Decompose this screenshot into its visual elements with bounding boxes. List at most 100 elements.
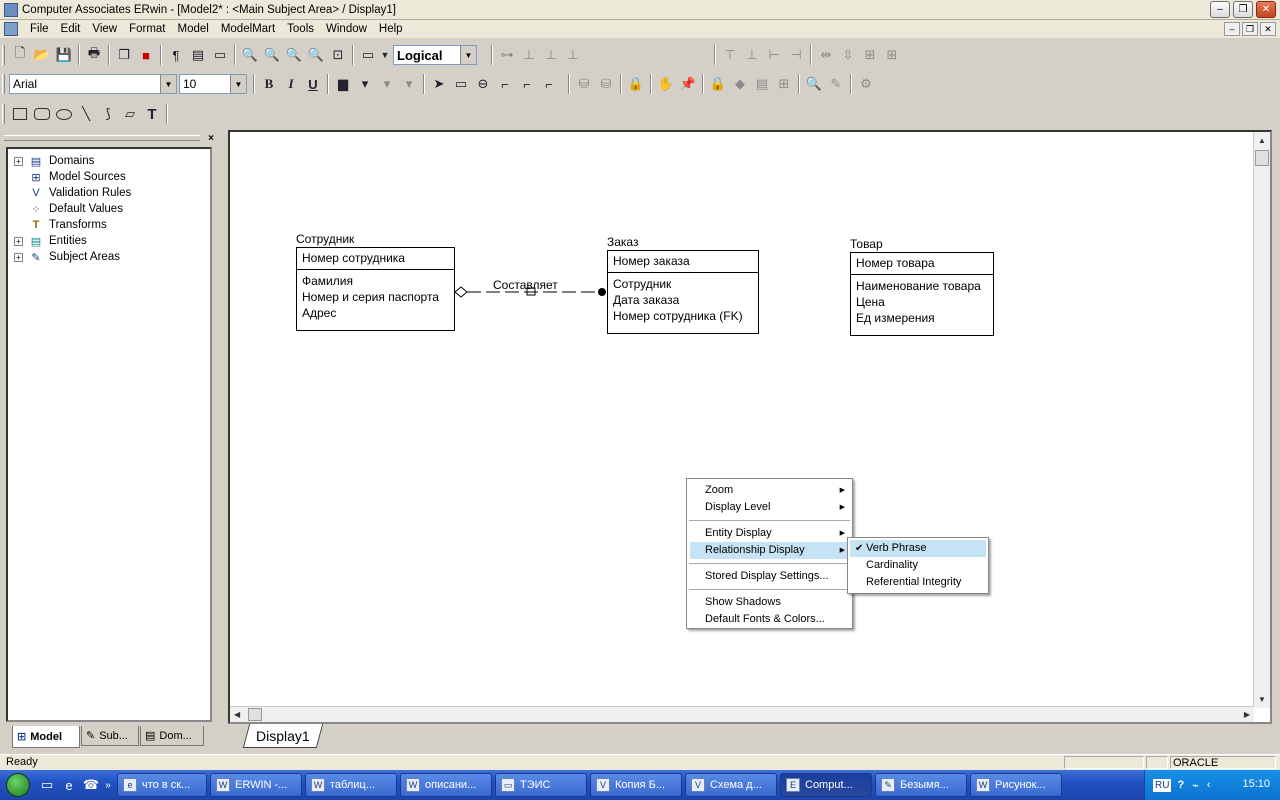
expand-icon[interactable]: +: [14, 252, 23, 262]
entity-order[interactable]: Номер заказа Сотрудник Дата заказа Номер…: [607, 250, 759, 334]
tab-display1[interactable]: Display1: [242, 724, 324, 748]
rectangle-tool-icon[interactable]: [9, 103, 31, 125]
tab-subject-areas[interactable]: ✎ Sub...: [81, 726, 139, 746]
restore-button[interactable]: ❐: [1233, 1, 1253, 18]
taskbar-button-active[interactable]: E Comput...: [780, 773, 872, 797]
tree-item-validation-rules[interactable]: V Validation Rules: [8, 185, 210, 201]
diagram-canvas[interactable]: ▲ ▼ ◀ ▶: [228, 130, 1272, 724]
menu-item-cardinality[interactable]: Cardinality: [848, 557, 988, 574]
taskbar-button[interactable]: V Копия Б...: [590, 773, 682, 797]
menu-model[interactable]: Model: [172, 20, 215, 38]
polyline-tool-icon[interactable]: ⟆: [97, 103, 119, 125]
zoom-normal-icon[interactable]: 🔍: [283, 44, 305, 66]
mdi-restore-button[interactable]: ❐: [1242, 22, 1258, 36]
tag-icon[interactable]: ◆: [729, 73, 751, 95]
scroll-down-icon[interactable]: ▼: [1258, 695, 1266, 704]
display-level-icon[interactable]: ▭: [357, 44, 379, 66]
taskbar-button[interactable]: W ERWIN -...: [210, 773, 302, 797]
network-layout-icon[interactable]: ⊥: [562, 44, 584, 66]
hand-icon[interactable]: ✋: [655, 73, 677, 95]
horizontal-scrollbar[interactable]: ◀ ▶: [230, 706, 1254, 722]
entity-product[interactable]: Номер товара Наименование товара Цена Ед…: [850, 252, 994, 336]
mdi-minimize-button[interactable]: –: [1224, 22, 1240, 36]
text-tool-button[interactable]: T: [141, 103, 163, 125]
relationship-verb-phrase[interactable]: Составляет: [493, 278, 558, 292]
taskbar-button[interactable]: Wтаблиц...: [305, 773, 397, 797]
zoom-in-icon[interactable]: 🔍: [261, 44, 283, 66]
underline-button[interactable]: U: [302, 73, 324, 95]
same-size-icon[interactable]: ⊞: [859, 44, 881, 66]
zoom-fit-icon[interactable]: 🔍: [305, 44, 327, 66]
model-level-select[interactable]: Logical ▼: [393, 45, 477, 65]
menu-file[interactable]: File: [24, 20, 55, 38]
menu-item-display-level[interactable]: Display Level ▶: [687, 499, 852, 516]
tray-expand-icon[interactable]: ‹: [1207, 779, 1211, 791]
copy-icon[interactable]: ❐: [113, 44, 135, 66]
vertical-scrollbar[interactable]: ▲ ▼: [1253, 132, 1270, 708]
edit-icon[interactable]: ✎: [825, 73, 847, 95]
tree-layout-icon[interactable]: ⊥: [540, 44, 562, 66]
document-icon[interactable]: [4, 22, 18, 36]
tree-item-domains[interactable]: + ▤ Domains: [8, 153, 210, 169]
menu-edit[interactable]: Edit: [55, 20, 87, 38]
open-folder-icon[interactable]: 📂: [31, 44, 53, 66]
pointer-tool-icon[interactable]: ➤: [428, 73, 450, 95]
expand-icon[interactable]: +: [14, 236, 23, 246]
menu-tools[interactable]: Tools: [281, 20, 320, 38]
zoom-out-icon[interactable]: 🔍: [239, 44, 261, 66]
bold-button[interactable]: B: [258, 73, 280, 95]
color-icon[interactable]: ■: [135, 44, 157, 66]
language-indicator[interactable]: RU: [1153, 778, 1172, 792]
menu-item-zoom[interactable]: Zoom ▶: [687, 482, 852, 499]
comment-icon[interactable]: ▭: [209, 44, 231, 66]
print-icon[interactable]: 🖶: [83, 44, 105, 66]
close-button[interactable]: ✕: [1256, 1, 1276, 18]
chevron-down-icon[interactable]: ▼: [460, 46, 476, 64]
menu-item-default-fonts-colors[interactable]: Default Fonts & Colors...: [687, 611, 852, 628]
relationship-tool-icon[interactable]: ⊶: [496, 44, 518, 66]
taskbar-button[interactable]: ▭ ТЭИС: [495, 773, 587, 797]
database-icon[interactable]: ⛁: [573, 73, 595, 95]
zoom-page-icon[interactable]: ⊡: [327, 44, 349, 66]
chevron-down-icon[interactable]: ▼: [160, 75, 176, 93]
lock-icon[interactable]: 🔒: [707, 73, 729, 95]
entity-employee[interactable]: Номер сотрудника Фамилия Номер и серия п…: [296, 247, 455, 331]
menu-format[interactable]: Format: [123, 20, 171, 38]
menu-item-entity-display[interactable]: Entity Display ▶: [687, 525, 852, 542]
tab-model[interactable]: ⊞ Model: [12, 726, 80, 748]
report-icon[interactable]: ▤: [751, 73, 773, 95]
hierarchy-icon[interactable]: ⊥: [518, 44, 540, 66]
font-name-select[interactable]: Arial ▼: [9, 74, 177, 94]
non-identifying-rel-icon[interactable]: ⌐: [538, 73, 560, 95]
line-tool-icon[interactable]: ╲: [75, 103, 97, 125]
tree-item-subject-areas[interactable]: + ✎ Subject Areas: [8, 249, 210, 265]
many-to-many-rel-icon[interactable]: ⌐: [516, 73, 538, 95]
note-icon[interactable]: ▤: [187, 44, 209, 66]
lock-icon[interactable]: 🔒: [625, 73, 647, 95]
tree-item-entities[interactable]: + ▤ Entities: [8, 233, 210, 249]
align-top-icon[interactable]: ⊤: [719, 44, 741, 66]
panel-close-button[interactable]: ×: [208, 133, 214, 144]
search-icon[interactable]: 🔍: [803, 73, 825, 95]
shadow-color-icon[interactable]: ▾: [398, 73, 420, 95]
internet-explorer-icon[interactable]: e: [58, 774, 80, 796]
start-button[interactable]: [0, 770, 36, 800]
show-desktop-icon[interactable]: ▭: [36, 774, 58, 796]
gear-icon[interactable]: ⚙: [855, 73, 877, 95]
new-file-icon[interactable]: 🗋: [9, 44, 31, 66]
grid-icon[interactable]: ⊞: [773, 73, 795, 95]
horizontal-scroll-thumb[interactable]: [248, 708, 262, 721]
format-painter-icon[interactable]: ¶: [165, 44, 187, 66]
resize-icon[interactable]: ⊞: [881, 44, 903, 66]
taskbar-button[interactable]: V Схема д...: [685, 773, 777, 797]
space-vertical-icon[interactable]: ⇳: [837, 44, 859, 66]
chevron-down-icon[interactable]: ▼: [230, 75, 246, 93]
entity-tool-icon[interactable]: ▭: [450, 73, 472, 95]
font-color-icon[interactable]: ▾: [354, 73, 376, 95]
ellipse-tool-icon[interactable]: [53, 103, 75, 125]
italic-button[interactable]: I: [280, 73, 302, 95]
scroll-right-icon[interactable]: ▶: [1244, 710, 1250, 719]
tree-item-transforms[interactable]: T Transforms: [8, 217, 210, 233]
polygon-tool-icon[interactable]: ▱: [119, 103, 141, 125]
tree-item-model-sources[interactable]: ⊞ Model Sources: [8, 169, 210, 185]
